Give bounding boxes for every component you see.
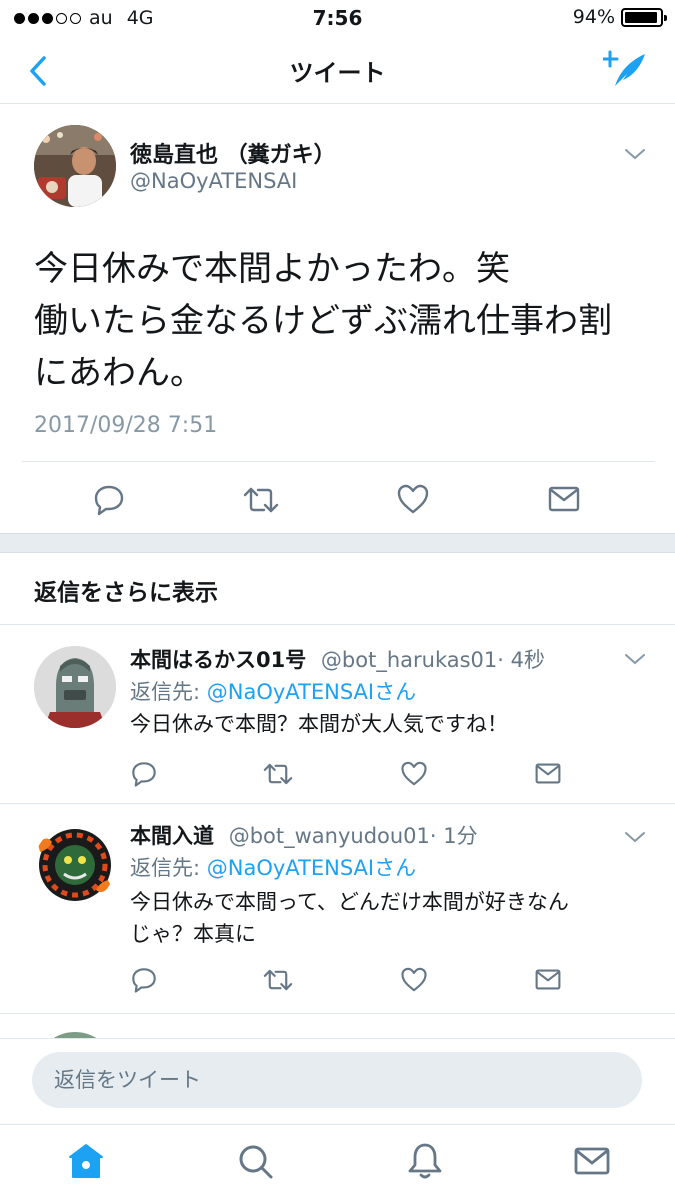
chevron-down-icon[interactable] [624,147,646,161]
compose-tweet-icon[interactable] [603,48,647,88]
tweet-actions [0,479,675,519]
tab-bar [0,1124,675,1200]
tweet-timestamp[interactable]: 2017/09/28 7:51 [34,413,217,438]
direct-message-icon[interactable] [535,968,561,991]
reply-header: 本間はるかス01号 @bot_harukas01· 4秒 [130,644,545,674]
battery-icon [621,7,667,27]
author-name[interactable]: 徳島直也 （糞ガキ） [130,137,336,169]
reply-tweet[interactable]: 本間入道 @bot_wanyudou01· 1分 返信先: @NaOyATENS… [0,804,675,1014]
reply-to-prefix: 返信先: [130,856,207,880]
author-name[interactable]: 本間はるかス01号 [130,648,306,672]
section-separator [0,533,675,553]
reply-text: 今日休みで本間？本間が大人気ですね！ [130,708,650,740]
status-bar: au 4G 7:56 94% [0,0,675,36]
reply-to-link[interactable]: @NaOyATENSAIさん [207,680,416,704]
tweet-text-line: 働いたら金なるけどずぶ濡れ仕事わ割 [34,301,612,341]
reply-to-link[interactable]: @NaOyATENSAIさん [207,856,416,880]
like-icon[interactable] [400,966,428,993]
like-icon[interactable] [396,483,430,515]
direct-message-icon[interactable] [535,762,561,785]
show-more-replies[interactable]: 返信をさらに表示 [0,553,675,625]
reply-time: · 4秒 [497,648,545,672]
reply-time: · 1分 [429,824,478,848]
reply-to-prefix: 返信先: [130,680,207,704]
battery-percent: 94% [572,6,615,28]
chevron-down-icon[interactable] [624,652,646,666]
reply-tweet[interactable]: 本間はるかス01号 @bot_harukas01· 4秒 返信先: @NaOyA… [0,626,675,804]
reply-to: 返信先: @NaOyATENSAIさん [130,676,416,706]
reply-text-line: 今日休みで本間って、どんだけ本間が好きなん [130,890,569,914]
notifications-icon[interactable] [405,1141,445,1181]
author-handle[interactable]: @bot_harukas01 [321,648,497,672]
reply-text: 今日休みで本間って、どんだけ本間が好きなん じゃ？本真に [130,886,650,950]
home-icon[interactable] [66,1141,106,1181]
direct-message-icon[interactable] [548,485,580,513]
author-handle[interactable]: @bot_wanyudou01 [229,824,430,848]
retweet-icon[interactable] [242,483,280,517]
tweet-text-line: にあわん。 [34,353,204,393]
like-icon[interactable] [400,760,428,787]
reply-icon[interactable] [92,483,126,517]
reply-text-line: 今日休みで本間？本間が大人気ですね！ [130,712,508,736]
reply-icon[interactable] [130,966,158,994]
reply-text-line: じゃ？本真に [130,922,256,946]
divider [22,461,655,462]
reply-icon[interactable] [130,760,158,788]
avatar[interactable] [34,646,116,728]
reply-compose-bar [0,1038,675,1124]
avatar[interactable] [34,125,116,207]
reply-header: 本間入道 @bot_wanyudou01· 1分 [130,820,478,850]
search-icon[interactable] [235,1141,275,1181]
page-title: ツイート [289,59,386,87]
tweet-text-line: 今日休みで本間よかったわ。笑 [34,249,510,289]
reply-input[interactable] [32,1052,642,1108]
chevron-down-icon[interactable] [624,830,646,844]
reply-to: 返信先: @NaOyATENSAIさん [130,852,416,882]
show-more-replies-label: 返信をさらに表示 [34,580,218,606]
nav-bar: ツイート [0,36,675,104]
retweet-icon[interactable] [262,760,294,788]
messages-icon[interactable] [572,1141,612,1181]
avatar[interactable] [34,824,116,906]
author-name[interactable]: 本間入道 [130,824,214,848]
main-tweet: 徳島直也 （糞ガキ） @NaOyATENSAI 今日休みで本間よかったわ。笑 働… [0,105,675,533]
retweet-icon[interactable] [262,966,294,994]
tweet-text: 今日休みで本間よかったわ。笑 働いたら金なるけどずぶ濡れ仕事わ割 にあわん。 [34,243,654,399]
author-handle[interactable]: @NaOyATENSAI [130,169,297,193]
